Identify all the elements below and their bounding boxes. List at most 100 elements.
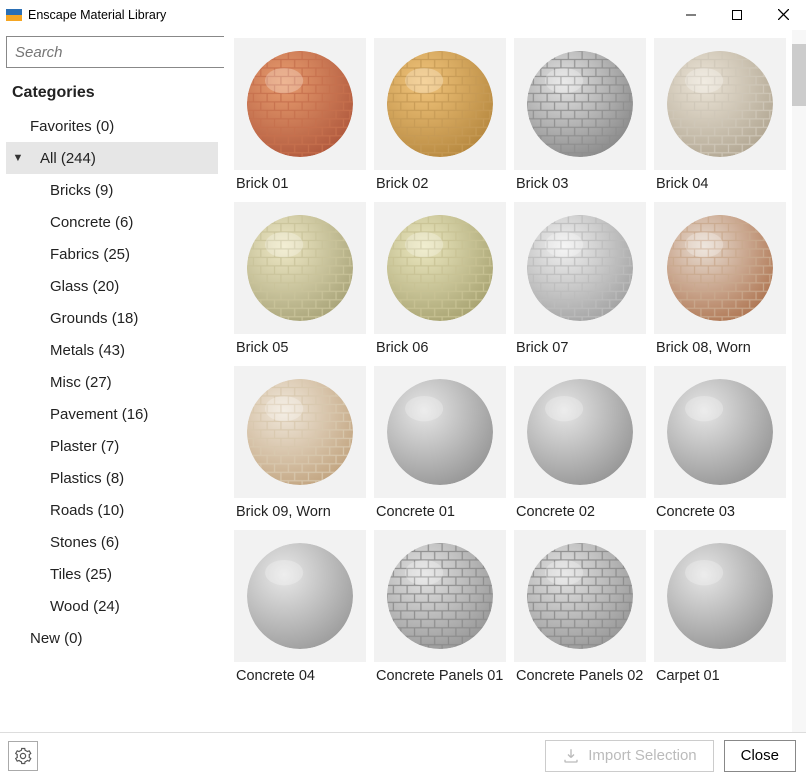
- subcategory-item[interactable]: Wood (24): [6, 590, 218, 622]
- material-label: Brick 03: [514, 170, 646, 196]
- subcategory-item[interactable]: Metals (43): [6, 334, 218, 366]
- subcategory-item[interactable]: Pavement (16): [6, 398, 218, 430]
- import-label: Import Selection: [588, 747, 696, 764]
- category-label: Favorites (0): [26, 118, 114, 135]
- material-label: Carpet 01: [654, 662, 786, 688]
- minimize-button[interactable]: [668, 0, 714, 30]
- material-thumbnail: [654, 202, 786, 334]
- subcategory-item[interactable]: Concrete (6): [6, 206, 218, 238]
- material-tile[interactable]: Concrete 02: [514, 366, 646, 524]
- subcategory-item[interactable]: Stones (6): [6, 526, 218, 558]
- window-title: Enscape Material Library: [28, 8, 166, 22]
- subcategory-label: Concrete (6): [26, 214, 133, 231]
- subcategory-item[interactable]: Glass (20): [6, 270, 218, 302]
- settings-button[interactable]: [8, 741, 38, 771]
- subcategory-label: Plaster (7): [26, 438, 119, 455]
- category-new[interactable]: New (0): [6, 622, 218, 654]
- close-window-button[interactable]: [760, 0, 806, 30]
- material-label: Concrete Panels 02: [514, 662, 646, 688]
- subcategory-item[interactable]: Roads (10): [6, 494, 218, 526]
- search-input[interactable]: [6, 36, 225, 68]
- material-label: Brick 07: [514, 334, 646, 360]
- material-tile[interactable]: Brick 07: [514, 202, 646, 360]
- material-tile[interactable]: Brick 05: [234, 202, 366, 360]
- sidebar: Categories Favorites (0) ▼All (244) Bric…: [0, 30, 224, 732]
- material-tile[interactable]: Brick 06: [374, 202, 506, 360]
- footer: Import Selection Close: [0, 732, 806, 778]
- material-thumbnail: [514, 366, 646, 498]
- close-button[interactable]: Close: [724, 740, 796, 772]
- material-thumbnail: [374, 202, 506, 334]
- material-tile[interactable]: Brick 03: [514, 38, 646, 196]
- material-label: Brick 06: [374, 334, 506, 360]
- material-label: Brick 02: [374, 170, 506, 196]
- subcategory-item[interactable]: Tiles (25): [6, 558, 218, 590]
- subcategory-item[interactable]: Bricks (9): [6, 174, 218, 206]
- vertical-scrollbar[interactable]: [792, 30, 806, 732]
- material-thumbnail: [654, 38, 786, 170]
- import-selection-button: Import Selection: [545, 740, 713, 772]
- material-label: Concrete 03: [654, 498, 786, 524]
- subcategory-item[interactable]: Plastics (8): [6, 462, 218, 494]
- material-thumbnail: [514, 530, 646, 662]
- material-label: Brick 04: [654, 170, 786, 196]
- category-favorites[interactable]: Favorites (0): [6, 110, 218, 142]
- material-thumbnail: [654, 530, 786, 662]
- material-thumbnail: [234, 202, 366, 334]
- material-label: Concrete Panels 01: [374, 662, 506, 688]
- subcategory-item[interactable]: Fabrics (25): [6, 238, 218, 270]
- material-thumbnail: [234, 366, 366, 498]
- material-thumbnail: [374, 530, 506, 662]
- material-label: Concrete 04: [234, 662, 366, 688]
- category-all[interactable]: ▼All (244): [6, 142, 218, 174]
- material-label: Brick 01: [234, 170, 366, 196]
- subcategory-label: Tiles (25): [26, 566, 112, 583]
- material-thumbnail: [374, 366, 506, 498]
- subcategory-item[interactable]: Misc (27): [6, 366, 218, 398]
- material-thumbnail: [234, 38, 366, 170]
- maximize-button[interactable]: [714, 0, 760, 30]
- import-icon: [562, 747, 580, 765]
- material-tile[interactable]: Carpet 01: [654, 530, 786, 688]
- subcategory-label: Metals (43): [26, 342, 125, 359]
- subcategory-label: Pavement (16): [26, 406, 148, 423]
- material-thumbnail: [374, 38, 506, 170]
- gear-icon: [14, 747, 32, 765]
- material-thumbnail: [654, 366, 786, 498]
- material-label: Concrete 02: [514, 498, 646, 524]
- subcategory-label: Glass (20): [26, 278, 119, 295]
- titlebar: Enscape Material Library: [0, 0, 806, 30]
- material-tile[interactable]: Brick 09, Worn: [234, 366, 366, 524]
- subcategory-label: Roads (10): [26, 502, 124, 519]
- subcategory-label: Grounds (18): [26, 310, 138, 327]
- material-label: Brick 09, Worn: [234, 498, 366, 524]
- material-label: Concrete 01: [374, 498, 506, 524]
- chevron-down-icon: ▼: [10, 152, 26, 164]
- subcategory-label: Bricks (9): [26, 182, 113, 199]
- materials-grid-panel: Brick 01 Brick 02: [224, 30, 806, 732]
- material-thumbnail: [514, 202, 646, 334]
- material-tile[interactable]: Concrete Panels 02: [514, 530, 646, 688]
- category-label: All (244): [26, 150, 96, 167]
- material-thumbnail: [234, 530, 366, 662]
- subcategory-label: Wood (24): [26, 598, 120, 615]
- material-tile[interactable]: Brick 08, Worn: [654, 202, 786, 360]
- material-tile[interactable]: Concrete Panels 01: [374, 530, 506, 688]
- material-label: Brick 08, Worn: [654, 334, 786, 360]
- subcategory-item[interactable]: Plaster (7): [6, 430, 218, 462]
- material-label: Brick 05: [234, 334, 366, 360]
- subcategory-label: Stones (6): [26, 534, 119, 551]
- material-thumbnail: [514, 38, 646, 170]
- material-tile[interactable]: Brick 04: [654, 38, 786, 196]
- material-tile[interactable]: Brick 02: [374, 38, 506, 196]
- material-tile[interactable]: Concrete 03: [654, 366, 786, 524]
- subcategory-label: Plastics (8): [26, 470, 124, 487]
- material-tile[interactable]: Concrete 04: [234, 530, 366, 688]
- material-tile[interactable]: Concrete 01: [374, 366, 506, 524]
- app-icon: [6, 7, 22, 23]
- material-tile[interactable]: Brick 01: [234, 38, 366, 196]
- subcategory-label: Fabrics (25): [26, 246, 130, 263]
- categories-heading: Categories: [6, 78, 218, 110]
- subcategory-item[interactable]: Grounds (18): [6, 302, 218, 334]
- category-label: New (0): [26, 630, 83, 647]
